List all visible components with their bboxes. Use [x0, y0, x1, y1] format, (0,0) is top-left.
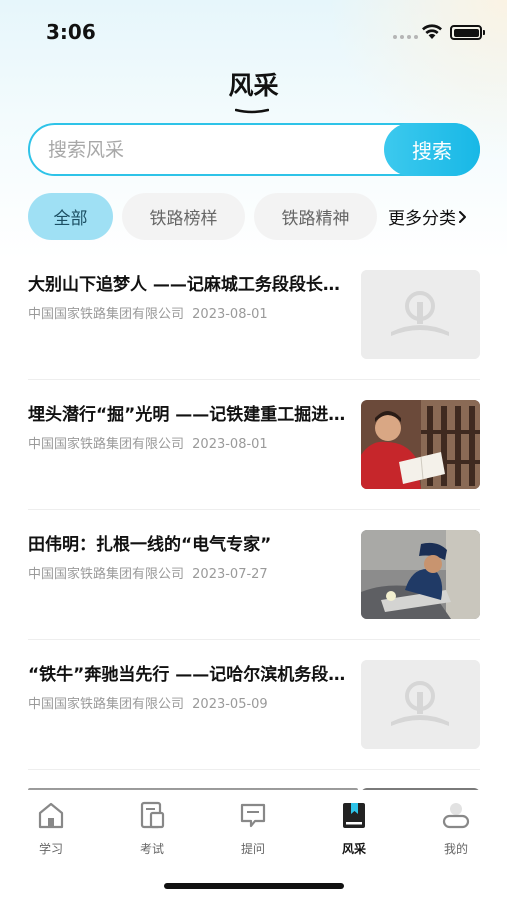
article-source: 中国国家铁路集团有限公司 [28, 307, 185, 322]
tabbar-label: 考试 [139, 842, 164, 856]
list-item[interactable]: 田伟明：扎根一线的“电气专家” 中国国家铁路集团有限公司 2023-07-27 [28, 510, 480, 640]
article-list: 大别山下追梦人 ——记麻城工务段段长… 中国国家铁路集团有限公司 2023-08… [28, 250, 480, 790]
article-title: “铁牛”奔驰当先行 ——记哈尔滨机务段… [28, 665, 346, 685]
chat-icon [240, 803, 266, 828]
home-icon [38, 802, 64, 829]
list-item-partial[interactable] [28, 770, 480, 790]
article-source: 中国国家铁路集团有限公司 [28, 567, 185, 582]
list-item[interactable]: “铁牛”奔驰当先行 ——记哈尔滨机务段… 中国国家铁路集团有限公司 2023-0… [28, 640, 480, 770]
search-button[interactable]: 搜索 [384, 123, 480, 176]
article-thumbnail-placeholder [361, 660, 480, 749]
article-date: 2023-07-27 [192, 567, 268, 582]
tabbar-item-learn[interactable]: 学习 [21, 800, 81, 857]
article-thumbnail-placeholder [361, 270, 480, 359]
article-title: 田伟明：扎根一线的“电气专家” [28, 535, 272, 555]
article-source: 中国国家铁路集团有限公司 [28, 437, 185, 452]
more-categories-label: 更多分类 [388, 209, 456, 229]
tab-railway-spirit[interactable]: 铁路精神 [254, 193, 377, 240]
article-thumbnail-photo [361, 400, 480, 489]
page-title: 风采 [228, 71, 279, 100]
article-title: 埋头潜行“掘”光明 ——记铁建重工掘进机… [28, 405, 358, 425]
search-bar: 搜索 [28, 123, 480, 176]
tabbar-item-exam[interactable]: 考试 [122, 800, 182, 857]
railway-logo-icon [361, 270, 480, 359]
tabbar-label: 我的 [443, 842, 468, 856]
tab-all[interactable]: 全部 [28, 193, 113, 240]
photo-man-reading-image [361, 400, 480, 489]
battery-icon [450, 25, 485, 40]
bookmark-book-icon [343, 803, 365, 828]
cellular-signal-icon [393, 35, 418, 39]
exam-icon [140, 801, 165, 829]
tabbar-label: 风采 [341, 842, 366, 856]
tabbar-item-mine[interactable]: 我的 [426, 800, 486, 857]
article-source: 中国国家铁路集团有限公司 [28, 697, 185, 712]
article-date: 2023-08-01 [192, 307, 268, 322]
photo-worker-image [361, 530, 480, 619]
article-title-clipped [28, 788, 358, 790]
tabbar-item-ask[interactable]: 提问 [223, 800, 283, 857]
article-title: 大别山下追梦人 ——记麻城工务段段长… [28, 275, 340, 295]
title-underline-decoration [235, 108, 269, 114]
tab-railway-role-models[interactable]: 铁路榜样 [122, 193, 245, 240]
status-time: 3:06 [46, 20, 96, 44]
article-date: 2023-05-09 [192, 697, 268, 712]
category-tabs: 全部 铁路榜样 铁路精神 更多分类 [28, 193, 488, 240]
list-item[interactable]: 大别山下追梦人 ——记麻城工务段段长… 中国国家铁路集团有限公司 2023-08… [28, 250, 480, 380]
article-meta: 中国国家铁路集团有限公司 2023-05-09 [28, 693, 268, 712]
article-thumbnail-photo [361, 530, 480, 619]
article-meta: 中国国家铁路集团有限公司 2023-07-27 [28, 563, 268, 582]
search-input[interactable] [48, 125, 378, 174]
article-thumbnail-clipped [361, 788, 480, 790]
tabbar-label: 学习 [38, 842, 63, 856]
article-date: 2023-08-01 [192, 437, 268, 452]
profile-icon [442, 803, 470, 829]
list-item[interactable]: 埋头潜行“掘”光明 ——记铁建重工掘进机… 中国国家铁路集团有限公司 2023-… [28, 380, 480, 510]
wifi-icon [422, 24, 442, 39]
article-meta: 中国国家铁路集团有限公司 2023-08-01 [28, 303, 268, 322]
more-categories-link[interactable]: 更多分类 [388, 193, 468, 240]
tabbar-label: 提问 [240, 842, 265, 856]
status-bar: 3:06 [0, 0, 507, 62]
chevron-right-icon [459, 210, 466, 223]
article-meta: 中国国家铁路集团有限公司 2023-08-01 [28, 433, 268, 452]
railway-logo-icon [361, 660, 480, 749]
tabbar-item-style[interactable]: 风采 [324, 800, 384, 857]
home-indicator [164, 883, 344, 889]
